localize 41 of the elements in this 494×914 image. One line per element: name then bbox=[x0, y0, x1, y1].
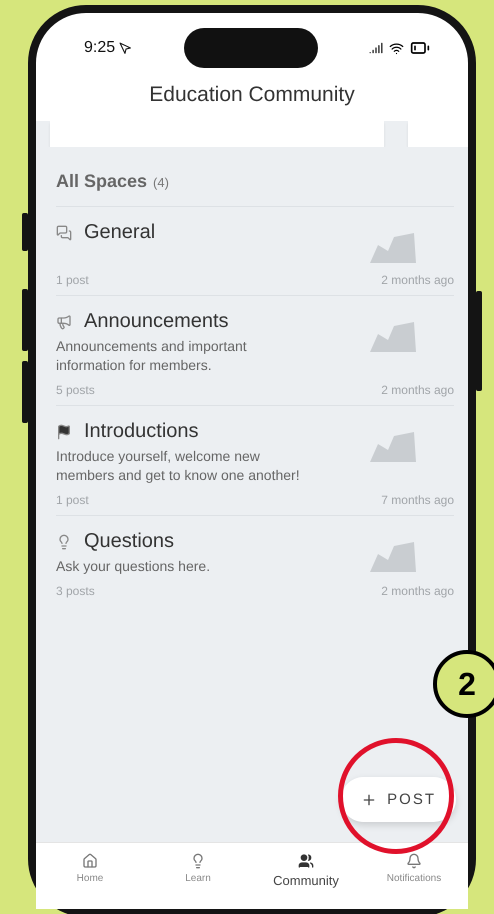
space-name: General bbox=[84, 221, 156, 244]
nav-tab[interactable]: Notifications bbox=[364, 849, 464, 909]
space-row[interactable]: Questions Ask your questions here. 3 posts 2 months ago bbox=[56, 515, 454, 606]
post-count: 1 post bbox=[56, 273, 89, 287]
space-row[interactable]: Introductions Introduce yourself, welcome new members and get to know one another! 1 post 7 months ago bbox=[56, 405, 454, 515]
post-count: 3 posts bbox=[56, 584, 95, 598]
post-count: 1 post bbox=[56, 493, 89, 507]
nav-tab[interactable]: Home bbox=[40, 849, 140, 909]
flag-icon bbox=[56, 424, 72, 440]
space-row[interactable]: General 1 post 2 months ago bbox=[56, 206, 454, 295]
space-name: Announcements bbox=[84, 310, 229, 333]
space-name: Introductions bbox=[84, 420, 199, 443]
location-arrow-icon bbox=[119, 42, 132, 54]
space-description: Announcements and important information for members. bbox=[56, 337, 248, 375]
section-title: All Spaces bbox=[56, 171, 148, 192]
picture-icon bbox=[368, 231, 418, 265]
post-count: 5 posts bbox=[56, 383, 95, 397]
picture-icon bbox=[368, 540, 418, 574]
updated-time: 2 months ago bbox=[381, 584, 454, 598]
status-time: 9:25 bbox=[84, 39, 132, 57]
space-row[interactable]: Announcements Announcements and important information for members. 5 posts 2 months ago bbox=[56, 295, 454, 405]
bell-icon bbox=[406, 853, 422, 869]
picture-icon bbox=[368, 430, 418, 464]
picture-icon bbox=[368, 320, 418, 354]
updated-time: 2 months ago bbox=[381, 383, 454, 397]
megaphone-icon bbox=[56, 314, 72, 330]
updated-time: 7 months ago bbox=[381, 493, 454, 507]
screen-title: Education Community bbox=[149, 83, 355, 107]
nav-tab[interactable]: Learn bbox=[148, 849, 248, 909]
post-button[interactable]: POST bbox=[341, 777, 456, 822]
wifi-icon bbox=[388, 40, 404, 56]
signal-icon bbox=[368, 41, 383, 55]
updated-time: 2 months ago bbox=[381, 273, 454, 287]
space-name: Questions bbox=[84, 530, 174, 553]
space-description: Introduce yourself, welcome new members and get to know one another! bbox=[56, 447, 301, 485]
chat-icon bbox=[56, 224, 72, 240]
nav-tab[interactable]: Community bbox=[256, 849, 356, 909]
people-icon bbox=[298, 853, 314, 869]
space-description: Ask your questions here. bbox=[56, 557, 212, 576]
section-count: (4) bbox=[153, 175, 169, 190]
home-icon bbox=[82, 853, 98, 869]
